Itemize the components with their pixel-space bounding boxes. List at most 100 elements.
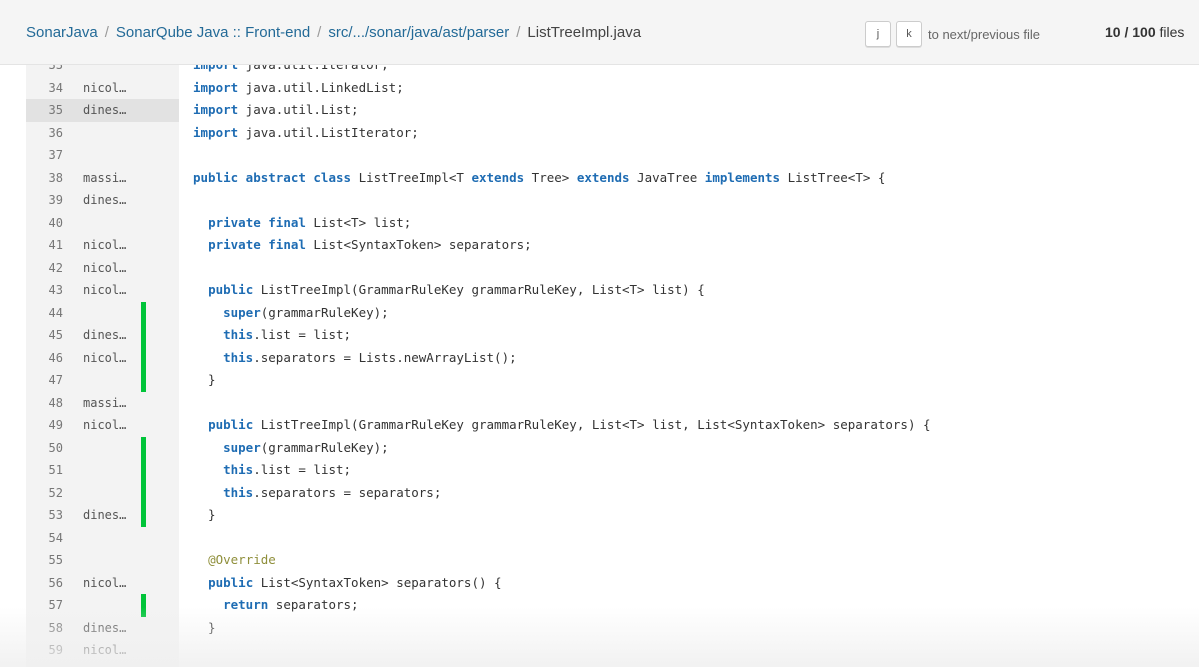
line-number[interactable]: 38	[26, 167, 63, 190]
coverage-covered-marker[interactable]	[141, 594, 146, 617]
line-number[interactable]: 50	[26, 437, 63, 460]
coverage-covered-marker[interactable]	[141, 346, 146, 369]
coverage-marker	[141, 392, 146, 415]
line-number[interactable]: 57	[26, 594, 63, 617]
keyword-token: public abstract class	[193, 169, 352, 185]
line-number[interactable]: 42	[26, 257, 63, 280]
line-number[interactable]: 45	[26, 324, 63, 347]
code-line: 47 }	[26, 369, 1199, 392]
code-text: super(grammarRuleKey);	[193, 302, 389, 325]
code-line: 48 massi…	[26, 392, 1199, 415]
scm-author[interactable]: dines…	[83, 324, 126, 347]
scm-author[interactable]: dines…	[83, 189, 126, 212]
line-number[interactable]: 41	[26, 234, 63, 257]
scm-author[interactable]: nicol…	[83, 257, 126, 280]
scm-author[interactable]: nicol…	[83, 347, 126, 370]
gutter-cell: 37	[26, 144, 179, 167]
code-text: public List<SyntaxToken> separators() {	[193, 572, 502, 595]
gutter-cell: 35 dines…	[26, 99, 179, 122]
line-number[interactable]: 55	[26, 549, 63, 572]
keyword-token: import	[193, 124, 239, 140]
gutter-cell: 39 dines…	[26, 189, 179, 212]
key-k-button[interactable]: k	[896, 21, 922, 47]
gutter-cell: 51	[26, 459, 179, 482]
code-token: ListTreeImpl(GrammarRuleKey grammarRuleK…	[253, 282, 705, 297]
code-text: public abstract class ListTreeImpl<T ext…	[193, 167, 885, 190]
line-number[interactable]: 46	[26, 347, 63, 370]
breadcrumb-link-module[interactable]: SonarQube Java :: Front-end	[116, 24, 310, 41]
keyword-token: import	[193, 65, 238, 72]
line-number[interactable]: 56	[26, 572, 63, 595]
gutter-cell: 38 massi…	[26, 167, 179, 190]
code-line: 44 super(grammarRuleKey);	[26, 301, 1199, 325]
coverage-marker	[141, 234, 146, 257]
keyword-token: private final	[208, 214, 306, 230]
key-j-button[interactable]: j	[865, 21, 891, 47]
coverage-marker	[141, 572, 146, 595]
line-number[interactable]: 40	[26, 212, 63, 235]
code-token: .list = list;	[253, 462, 352, 477]
line-number[interactable]: 44	[26, 302, 63, 325]
coverage-marker	[141, 414, 146, 437]
code-text: this.list = list;	[193, 459, 351, 482]
scm-author[interactable]: nicol…	[83, 414, 126, 437]
keyword-token: implements	[704, 169, 781, 185]
scm-author[interactable]: massi…	[83, 392, 126, 415]
coverage-covered-marker[interactable]	[141, 504, 146, 527]
coverage-marker	[141, 279, 146, 302]
coverage-covered-marker[interactable]	[141, 436, 146, 459]
gutter-cell: 33	[26, 65, 179, 77]
scm-author[interactable]: nicol…	[83, 639, 126, 662]
line-number[interactable]: 58	[26, 617, 63, 640]
line-number[interactable]: 51	[26, 459, 63, 482]
line-number[interactable]: 48	[26, 392, 63, 415]
scm-author[interactable]: dines…	[83, 617, 126, 640]
coverage-marker	[141, 167, 146, 190]
line-number[interactable]: 43	[26, 279, 63, 302]
line-number[interactable]: 36	[26, 122, 63, 145]
line-number[interactable]: 39	[26, 189, 63, 212]
line-number[interactable]: 54	[26, 527, 63, 550]
code-line: 43 nicol… public ListTreeImpl(GrammarRule…	[26, 279, 1199, 302]
line-number[interactable]: 34	[26, 77, 63, 100]
line-number[interactable]: 53	[26, 504, 63, 527]
file-counter-suffix: files	[1159, 24, 1185, 40]
scm-author[interactable]: nicol…	[83, 234, 126, 257]
annotation-token: @Override	[208, 552, 276, 567]
code-line: 57 return separators;	[26, 594, 1199, 617]
coverage-marker	[141, 144, 146, 167]
breadcrumb-link-directory[interactable]: src/.../sonar/java/ast/parser	[328, 24, 509, 41]
breadcrumb-link-project[interactable]: SonarJava	[26, 24, 98, 41]
coverage-covered-marker[interactable]	[141, 301, 146, 324]
line-number[interactable]: 59	[26, 639, 63, 662]
code-token: List<SyntaxToken> separators() {	[253, 574, 502, 590]
line-number[interactable]: 37	[26, 144, 63, 167]
line-number[interactable]: 47	[26, 369, 63, 392]
scm-author[interactable]: dines…	[83, 99, 126, 122]
scm-author[interactable]: massi…	[83, 167, 126, 190]
scm-author[interactable]: nicol…	[83, 77, 126, 100]
scm-author[interactable]: nicol…	[83, 572, 126, 595]
code-line: 33 import java.util.Iterator;	[26, 65, 1199, 77]
gutter-cell: 46 nicol…	[26, 346, 179, 370]
scm-author[interactable]: nicol…	[83, 279, 126, 302]
scm-author[interactable]: dines…	[83, 504, 126, 527]
line-number[interactable]: 35	[26, 99, 63, 122]
gutter-cell: 45 dines…	[26, 324, 179, 347]
line-number[interactable]: 49	[26, 414, 63, 437]
code-token: .list = list;	[253, 327, 352, 342]
coverage-covered-marker[interactable]	[141, 459, 146, 482]
line-number[interactable]: 33	[26, 65, 63, 77]
code-line: 46 nicol… this.separators = Lists.newArra…	[26, 346, 1199, 370]
code-line: 56 nicol… public List<SyntaxToken> separa…	[26, 572, 1199, 595]
line-number[interactable]: 52	[26, 482, 63, 505]
coverage-covered-marker[interactable]	[141, 481, 146, 504]
coverage-covered-marker[interactable]	[141, 324, 146, 347]
coverage-covered-marker[interactable]	[141, 369, 146, 392]
coverage-marker	[141, 77, 146, 100]
code-line: 36 import java.util.ListIterator;	[26, 122, 1199, 145]
